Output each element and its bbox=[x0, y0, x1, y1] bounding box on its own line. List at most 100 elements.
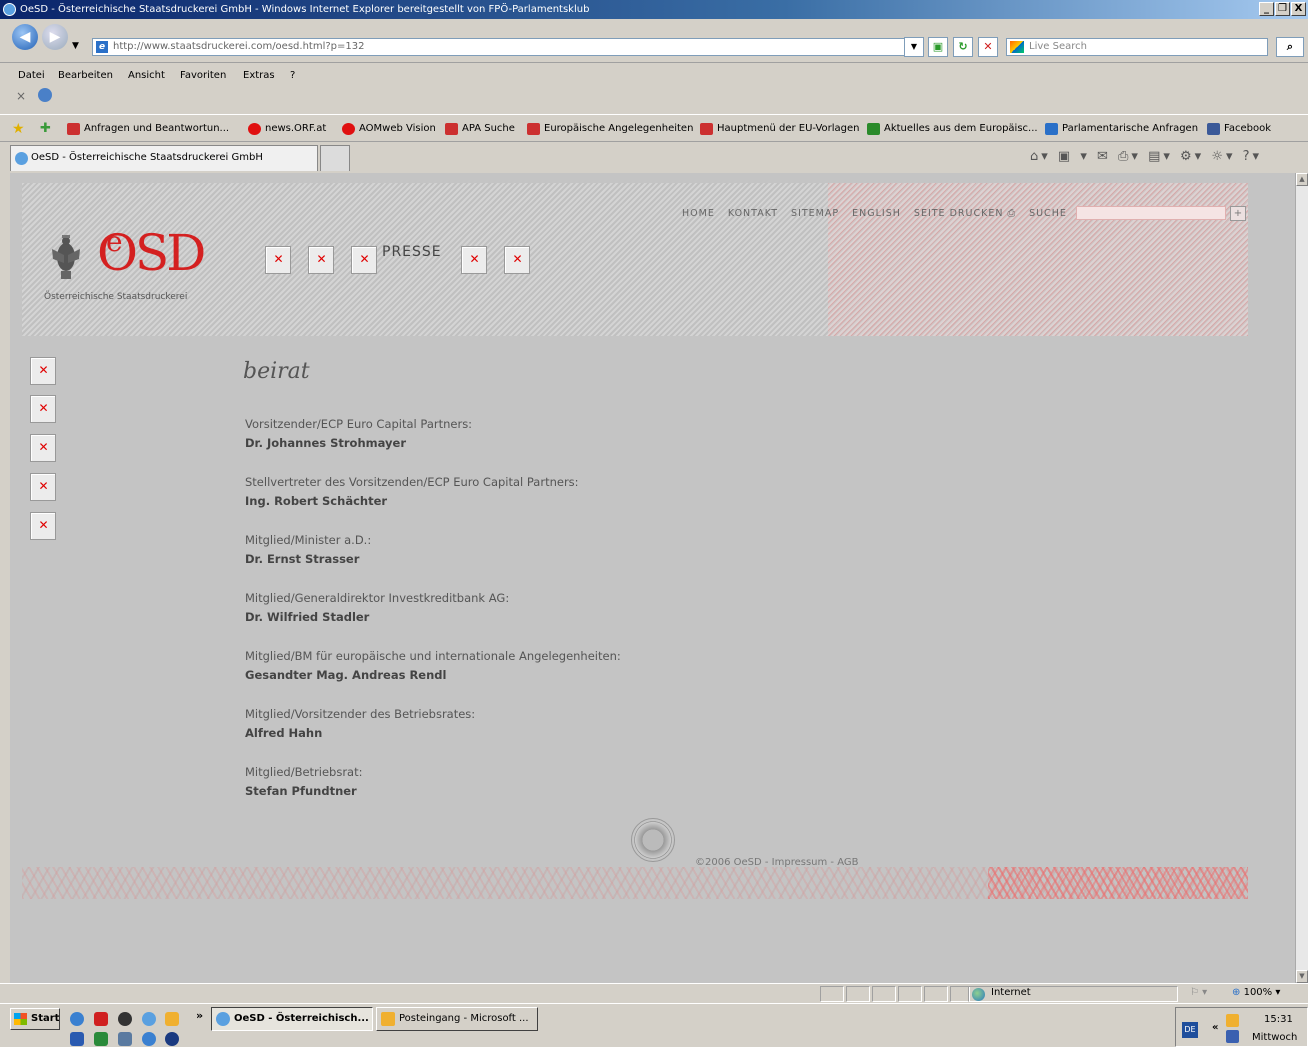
nav-english[interactable]: ENGLISH bbox=[852, 208, 901, 219]
menu-ansicht[interactable]: Ansicht bbox=[128, 70, 165, 81]
fav-item-news-orf[interactable]: news.ORF.at bbox=[248, 123, 326, 135]
broken-side-image-1[interactable]: ✕ bbox=[30, 357, 56, 385]
close-toolbar-icon[interactable]: × bbox=[16, 89, 26, 103]
stop-icon[interactable]: ✕ bbox=[978, 37, 998, 57]
menu-extras[interactable]: Extras bbox=[243, 70, 275, 81]
toolbar-addon-icon[interactable] bbox=[38, 88, 52, 102]
fav-item-aktuelles[interactable]: Aktuelles aus dem Europäisc... bbox=[867, 123, 1038, 135]
close-button[interactable]: X bbox=[1291, 2, 1306, 16]
word-quicklaunch-icon[interactable] bbox=[70, 1032, 84, 1046]
fav-item-facebook[interactable]: Facebook bbox=[1207, 123, 1271, 135]
protected-mode-icon[interactable]: ⚐ ▾ bbox=[1190, 987, 1207, 998]
menu-favoriten[interactable]: Favoriten bbox=[180, 70, 226, 81]
tab-label: OeSD - Österreichische Staatsdruckerei G… bbox=[31, 152, 263, 163]
acrobat-quicklaunch-icon[interactable] bbox=[94, 1012, 108, 1026]
forward-arrow-icon[interactable]: ▶ bbox=[42, 24, 68, 50]
fav-item-anfragen[interactable]: Anfragen und Beantwortun... bbox=[67, 123, 229, 135]
nav-suche-label: SUCHE bbox=[1029, 208, 1067, 219]
task-oesd[interactable]: OeSD - Österreichisch... bbox=[211, 1007, 373, 1031]
zoom-control[interactable]: ⊕ 100% ▾ bbox=[1232, 987, 1280, 998]
fav-item-aomweb[interactable]: AOMweb Vision bbox=[342, 123, 436, 135]
refresh-icon[interactable]: ↻ bbox=[953, 37, 973, 57]
member-name: Dr. Ernst Strasser bbox=[245, 552, 360, 566]
status-cell bbox=[950, 986, 970, 1002]
tray-expand-icon[interactable]: « bbox=[1212, 1022, 1218, 1033]
broken-image-icon: ✕ bbox=[469, 252, 480, 266]
command-bar-icons[interactable]: ⌂▾ ▣ ▾ ✉ ⎙▾ ▤▾ ⚙▾ ☼▾ ?▾ bbox=[1030, 149, 1262, 164]
maximize-button[interactable]: ❐ bbox=[1275, 2, 1290, 16]
nav-presse[interactable]: PRESSE bbox=[382, 244, 442, 260]
menu-datei[interactable]: Datei bbox=[18, 70, 45, 81]
nav-seite-drucken[interactable]: SEITE DRUCKEN ⎙ bbox=[914, 208, 1016, 219]
broken-nav-image-5[interactable]: ✕ bbox=[504, 246, 530, 274]
broken-side-image-4[interactable]: ✕ bbox=[30, 473, 56, 501]
status-bar: Internet ⚐ ▾ ⊕ 100% ▾ bbox=[0, 983, 1308, 1003]
broken-side-image-2[interactable]: ✕ bbox=[30, 395, 56, 423]
start-button[interactable]: Start bbox=[10, 1008, 60, 1030]
vertical-scrollbar[interactable]: ▲ ▼ bbox=[1295, 173, 1308, 983]
compatibility-icon[interactable]: ▣ bbox=[928, 37, 948, 57]
outlook-quicklaunch-icon[interactable] bbox=[165, 1012, 179, 1026]
fav-item-hauptmenue[interactable]: Hauptmenü der EU-Vorlagen bbox=[700, 123, 860, 135]
explorer-quicklaunch-icon[interactable] bbox=[118, 1032, 132, 1046]
history-dropdown-icon[interactable]: ▼ bbox=[72, 41, 79, 51]
nav-home[interactable]: HOME bbox=[682, 208, 715, 219]
ie2-quicklaunch-icon[interactable] bbox=[142, 1012, 156, 1026]
fav-item-apa-suche[interactable]: APA Suche bbox=[445, 123, 515, 135]
page-icon: e bbox=[96, 41, 108, 53]
site-search-input[interactable] bbox=[1076, 206, 1226, 220]
ie-quicklaunch-icon[interactable] bbox=[70, 1012, 84, 1026]
add-favorite-icon[interactable]: ✚ bbox=[40, 121, 51, 136]
back-arrow-icon[interactable]: ◀ bbox=[12, 24, 38, 50]
excel-quicklaunch-icon[interactable] bbox=[94, 1032, 108, 1046]
clock-day: Mittwoch bbox=[1252, 1032, 1298, 1043]
system-tray: DE « 15:31 Mittwoch bbox=[1175, 1007, 1308, 1047]
fav-item-europaeische[interactable]: Europäische Angelegenheiten bbox=[527, 123, 693, 135]
new-tab-button[interactable] bbox=[320, 145, 350, 171]
broken-nav-image-3[interactable]: ✕ bbox=[351, 246, 377, 274]
url-field[interactable]: e http://www.staatsdruckerei.com/oesd.ht… bbox=[92, 38, 918, 56]
scroll-up-icon[interactable]: ▲ bbox=[1296, 173, 1308, 186]
favorites-star-icon[interactable]: ★ bbox=[12, 121, 25, 137]
clock-time[interactable]: 15:31 bbox=[1264, 1014, 1293, 1025]
tab-oesd[interactable]: OeSD - Österreichische Staatsdruckerei G… bbox=[10, 145, 318, 171]
task-posteingang[interactable]: Posteingang - Microsoft ... bbox=[376, 1007, 538, 1031]
ie3-quicklaunch-icon[interactable] bbox=[142, 1032, 156, 1046]
status-cell bbox=[872, 986, 896, 1002]
broken-image-icon: ✕ bbox=[38, 479, 49, 493]
globe-quicklaunch-icon[interactable] bbox=[165, 1032, 179, 1046]
broken-nav-image-2[interactable]: ✕ bbox=[308, 246, 334, 274]
member-name: Dr. Wilfried Stadler bbox=[245, 610, 370, 624]
page-viewport: e OSD Österreichische Staatsdruckerei ✕ … bbox=[10, 173, 1295, 983]
live-search-field[interactable]: Live Search bbox=[1006, 38, 1268, 56]
zoom-icon: ⊕ bbox=[1232, 987, 1241, 998]
broken-side-image-3[interactable]: ✕ bbox=[30, 434, 56, 462]
url-dropdown-icon[interactable]: ▼ bbox=[904, 37, 924, 57]
media-quicklaunch-icon[interactable] bbox=[118, 1012, 132, 1026]
site-search-go-icon[interactable]: + bbox=[1230, 206, 1246, 221]
broken-nav-image-4[interactable]: ✕ bbox=[461, 246, 487, 274]
url-text: http://www.staatsdruckerei.com/oesd.html… bbox=[113, 41, 365, 52]
broken-image-icon: ✕ bbox=[38, 401, 49, 415]
fav-item-parlamentarische[interactable]: Parlamentarische Anfragen bbox=[1045, 123, 1198, 135]
nav-sitemap[interactable]: SITEMAP bbox=[791, 208, 839, 219]
outlook-tray-icon[interactable] bbox=[1226, 1014, 1239, 1027]
nav-kontakt[interactable]: KONTAKT bbox=[728, 208, 778, 219]
eu-icon bbox=[867, 123, 880, 135]
live-search-logo-icon bbox=[1010, 41, 1024, 53]
ie-page-icon bbox=[1045, 123, 1058, 135]
network-tray-icon[interactable] bbox=[1226, 1030, 1239, 1043]
menu-help[interactable]: ? bbox=[290, 70, 295, 81]
menu-bearbeiten[interactable]: Bearbeiten bbox=[58, 70, 113, 81]
member-entry: Mitglied/Minister a.D.: Dr. Ernst Strass… bbox=[245, 531, 371, 569]
member-name: Dr. Johannes Strohmayer bbox=[245, 436, 406, 450]
oesd-logo[interactable]: e OSD bbox=[97, 223, 206, 283]
broken-nav-image-1[interactable]: ✕ bbox=[265, 246, 291, 274]
member-role: Mitglied/Generaldirektor Investkreditban… bbox=[245, 591, 510, 605]
scroll-down-icon[interactable]: ▼ bbox=[1296, 970, 1308, 983]
language-indicator[interactable]: DE bbox=[1182, 1022, 1198, 1038]
broken-side-image-5[interactable]: ✕ bbox=[30, 512, 56, 540]
quicklaunch-more-icon[interactable]: » bbox=[196, 1009, 203, 1022]
search-go-icon[interactable]: ⌕ bbox=[1276, 37, 1304, 57]
minimize-button[interactable]: _ bbox=[1259, 2, 1274, 16]
